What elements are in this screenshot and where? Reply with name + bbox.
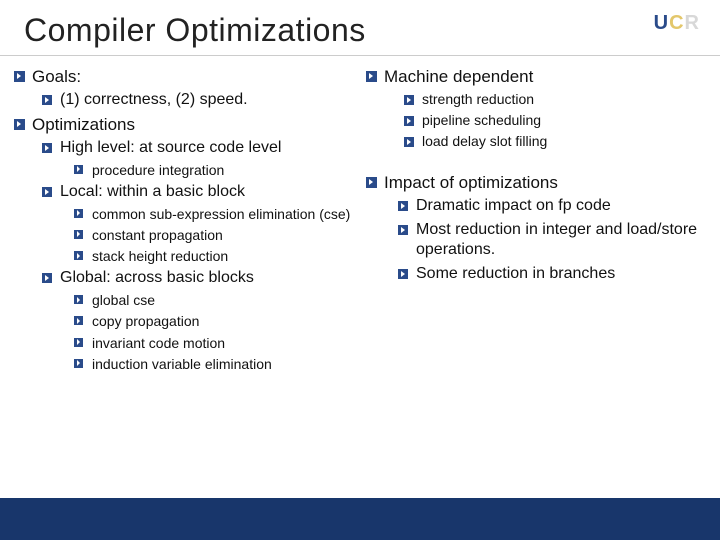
chevron-right-icon — [398, 225, 408, 235]
list-item: copy propagation — [74, 312, 354, 330]
list-item: global cse — [74, 291, 354, 309]
impact-item-1: Most reduction in integer and load/store… — [416, 221, 697, 259]
impact-sublist: Dramatic impact on fp code Most reductio… — [398, 196, 706, 285]
page-title: Compiler Optimizations — [0, 0, 720, 55]
list-item: procedure integration — [74, 161, 354, 179]
chevron-right-icon — [74, 359, 83, 368]
machine-item-0: strength reduction — [422, 91, 534, 107]
list-item: common sub-expression elimination (cse) — [74, 205, 354, 223]
list-item: stack height reduction — [74, 247, 354, 265]
machine-dependent-sublist: strength reduction pipeline scheduling l… — [404, 90, 706, 151]
chevron-right-icon — [14, 71, 25, 82]
global-item: Global: across basic blocks global cse c… — [42, 268, 354, 373]
logo-ucr: UCR — [654, 12, 700, 35]
slide: Compiler Optimizations UCR Goals: (1) co… — [0, 0, 720, 540]
list-item: load delay slot filling — [404, 132, 706, 150]
machine-item-1: pipeline scheduling — [422, 112, 541, 128]
impact-list: Impact of optimizations Dramatic impact … — [366, 172, 706, 285]
chevron-right-icon — [404, 137, 414, 147]
local-label: Local: within a basic block — [60, 183, 245, 200]
chevron-right-icon — [404, 116, 414, 126]
columns: Goals: (1) correctness, (2) speed. Optim… — [0, 62, 720, 376]
local-item-2: stack height reduction — [92, 248, 228, 264]
chevron-right-icon — [42, 95, 52, 105]
global-item-1: copy propagation — [92, 313, 199, 329]
footer-bar — [0, 498, 720, 540]
high-item-0: procedure integration — [92, 162, 224, 178]
chevron-right-icon — [74, 209, 83, 218]
optimizations-label: Optimizations — [32, 115, 135, 134]
chevron-right-icon — [404, 95, 414, 105]
local-sublist: common sub-expression elimination (cse) … — [74, 205, 354, 266]
list-item: (1) correctness, (2) speed. — [42, 90, 354, 111]
chevron-right-icon — [74, 295, 83, 304]
global-label: Global: across basic blocks — [60, 269, 254, 286]
local-item: Local: within a basic block common sub-e… — [42, 182, 354, 265]
local-item-0: common sub-expression elimination (cse) — [92, 206, 350, 222]
list-item: induction variable elimination — [74, 355, 354, 373]
impact-label: Impact of optimizations — [384, 173, 558, 192]
chevron-right-icon — [366, 177, 377, 188]
list-item: Most reduction in integer and load/store… — [398, 220, 706, 262]
high-level-sublist: procedure integration — [74, 161, 354, 179]
list-item: constant propagation — [74, 226, 354, 244]
title-rule — [0, 55, 720, 56]
chevron-right-icon — [42, 143, 52, 153]
local-item-1: constant propagation — [92, 227, 223, 243]
goals-sublist: (1) correctness, (2) speed. — [42, 90, 354, 111]
machine-dependent-item: Machine dependent strength reduction pip… — [366, 66, 706, 151]
chevron-right-icon — [398, 201, 408, 211]
chevron-right-icon — [74, 165, 83, 174]
goals-item-0: (1) correctness, (2) speed. — [60, 91, 248, 108]
left-list: Goals: (1) correctness, (2) speed. Optim… — [14, 66, 354, 373]
chevron-right-icon — [74, 251, 83, 260]
chevron-right-icon — [74, 230, 83, 239]
list-item: pipeline scheduling — [404, 111, 706, 129]
high-level-item: High level: at source code level procedu… — [42, 138, 354, 179]
chevron-right-icon — [74, 338, 83, 347]
high-level-label: High level: at source code level — [60, 139, 281, 156]
impact-item-2: Some reduction in branches — [416, 265, 615, 282]
list-item: Dramatic impact on fp code — [398, 196, 706, 217]
machine-dependent-label: Machine dependent — [384, 67, 533, 86]
list-item: Some reduction in branches — [398, 264, 706, 285]
list-item: invariant code motion — [74, 334, 354, 352]
impact-item: Impact of optimizations Dramatic impact … — [366, 172, 706, 285]
logo-letter-c: C — [669, 12, 684, 34]
chevron-right-icon — [14, 119, 25, 130]
chevron-right-icon — [42, 273, 52, 283]
goals-label: Goals: — [32, 67, 81, 86]
global-sublist: global cse copy propagation invariant co… — [74, 291, 354, 373]
right-column: Machine dependent strength reduction pip… — [366, 66, 706, 376]
goals-item: Goals: (1) correctness, (2) speed. — [14, 66, 354, 111]
optimizations-item: Optimizations High level: at source code… — [14, 114, 354, 373]
chevron-right-icon — [42, 187, 52, 197]
impact-item-0: Dramatic impact on fp code — [416, 197, 611, 214]
logo-letter-r: R — [685, 12, 700, 34]
logo-letter-u: U — [654, 12, 669, 34]
chevron-right-icon — [366, 71, 377, 82]
list-item: strength reduction — [404, 90, 706, 108]
global-item-0: global cse — [92, 292, 155, 308]
chevron-right-icon — [74, 316, 83, 325]
global-item-2: invariant code motion — [92, 335, 225, 351]
global-item-3: induction variable elimination — [92, 356, 272, 372]
right-list: Machine dependent strength reduction pip… — [366, 66, 706, 151]
spacer — [366, 154, 706, 172]
left-column: Goals: (1) correctness, (2) speed. Optim… — [14, 66, 354, 376]
machine-item-2: load delay slot filling — [422, 133, 547, 149]
optimizations-sublist: High level: at source code level procedu… — [42, 138, 354, 373]
chevron-right-icon — [398, 269, 408, 279]
